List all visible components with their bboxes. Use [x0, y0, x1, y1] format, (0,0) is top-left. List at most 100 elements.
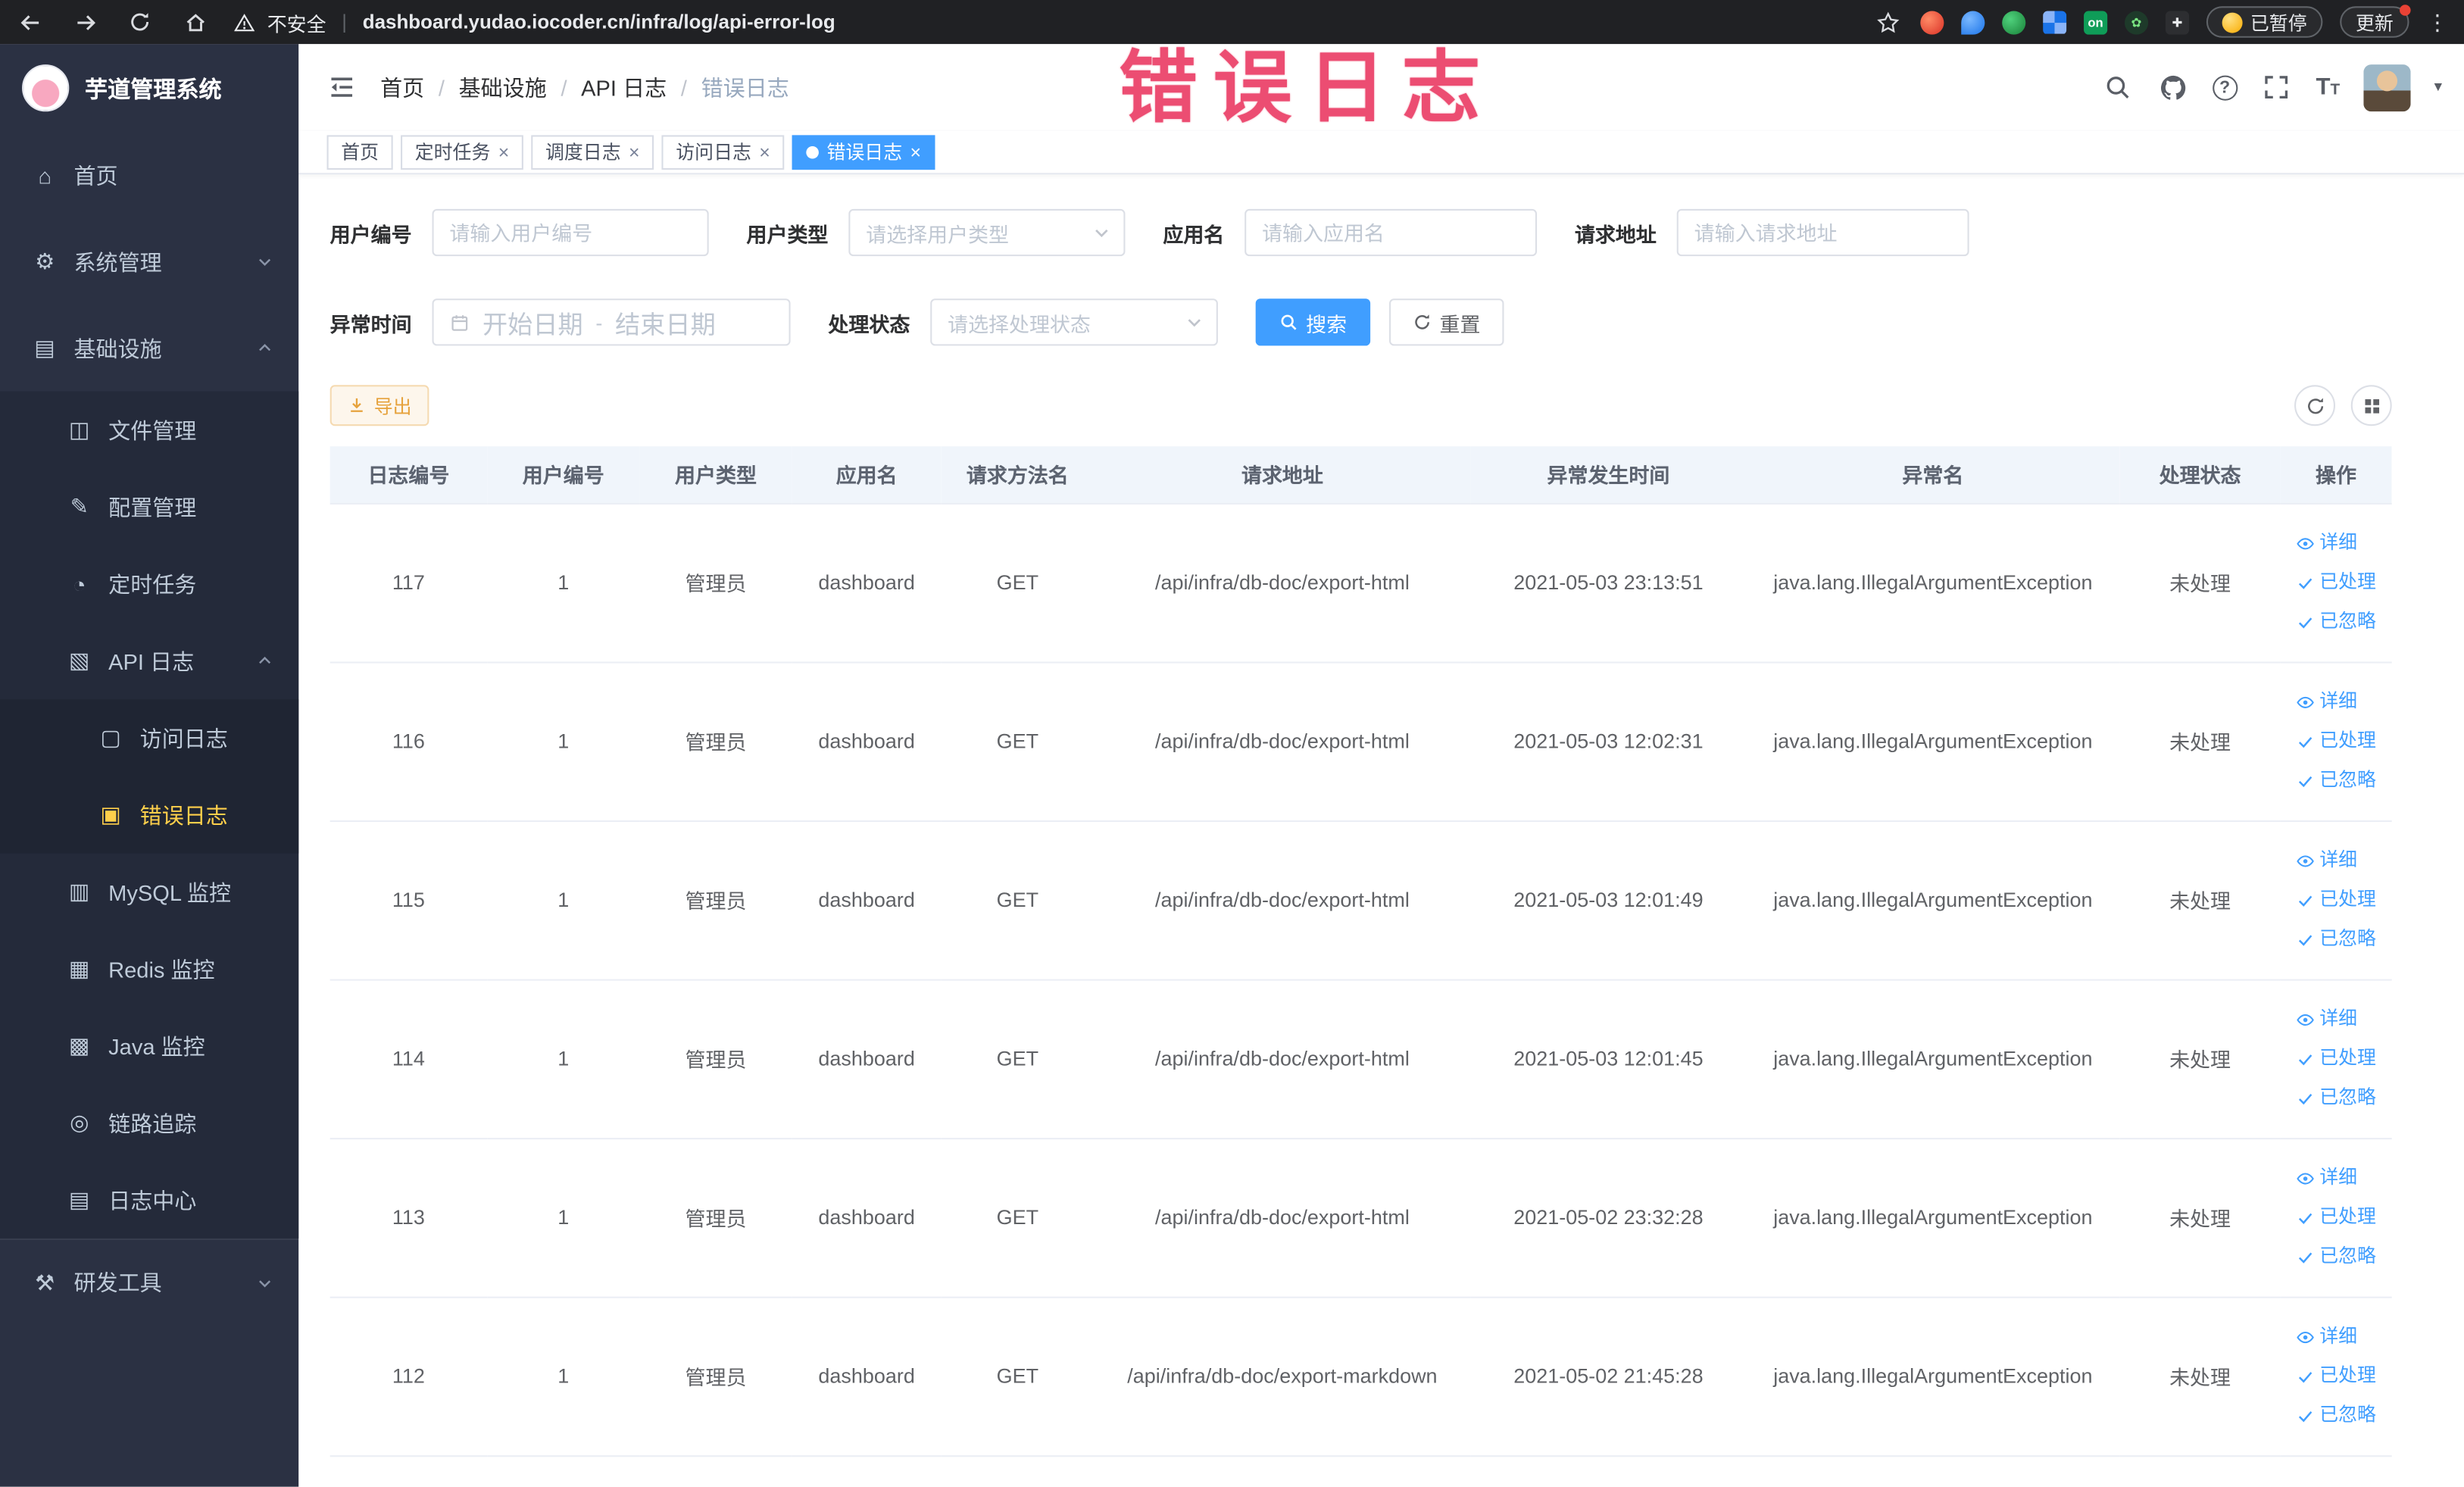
date-range-picker[interactable]: 开始日期 - 结束日期 — [432, 298, 791, 346]
check-icon — [2296, 1367, 2315, 1385]
breadcrumb-item[interactable]: 首页 — [380, 71, 424, 102]
process-status-select[interactable]: 请选择处理状态 — [930, 298, 1218, 346]
request-url-input[interactable] — [1676, 208, 1969, 257]
search-icon[interactable] — [2102, 71, 2133, 102]
search-button[interactable]: 搜索 — [1255, 298, 1371, 346]
tag-access-log[interactable]: 访问日志 × — [661, 134, 785, 170]
cell-user-type: 管理员 — [639, 979, 792, 1139]
sidebar-collapse-icon[interactable] — [323, 70, 358, 105]
sidebar-item-label: 基础设施 — [73, 335, 162, 361]
tag-job-log[interactable]: 调度日志 × — [531, 134, 654, 170]
avatar[interactable] — [2363, 64, 2411, 111]
sidebar-item-job[interactable]: ◔ 定时任务 — [0, 545, 298, 623]
end-date-placeholder[interactable]: 结束日期 — [615, 303, 716, 341]
sidebar-item-error-log[interactable]: ▣ 错误日志 — [0, 776, 298, 854]
sidebar-item-config[interactable]: ✎ 配置管理 — [0, 468, 298, 545]
home-button[interactable] — [181, 8, 209, 36]
close-icon[interactable]: × — [910, 142, 922, 161]
paused-badge[interactable]: 已暂停 — [2206, 6, 2323, 38]
forward-button[interactable] — [70, 8, 98, 36]
bookmark-star-icon[interactable] — [1875, 8, 1903, 36]
detail-link[interactable]: 详细 — [2296, 1158, 2376, 1198]
security-warning-icon[interactable] — [234, 12, 255, 33]
refresh-button[interactable] — [2294, 385, 2336, 426]
sidebar-item-redis[interactable]: ▦ Redis 监控 — [0, 930, 298, 1007]
tag-home[interactable]: 首页 — [326, 134, 393, 170]
fullscreen-icon[interactable] — [2261, 71, 2292, 102]
font-size-icon[interactable]: TT — [2316, 74, 2340, 101]
chevron-down-icon[interactable]: ▾ — [2434, 79, 2442, 96]
mark-ignored-link[interactable]: 已忽略 — [2296, 1237, 2376, 1276]
user-type-select[interactable]: 请选择用户类型 — [848, 208, 1126, 257]
extension-icon[interactable] — [2002, 10, 2026, 34]
mark-processed-link[interactable]: 已处理 — [2296, 1356, 2376, 1395]
tags-view: 首页 定时任务 × 调度日志 × 访问日志 × 错误日志 × — [298, 130, 2464, 175]
security-label[interactable]: 不安全 — [267, 7, 326, 36]
mark-ignored-link[interactable]: 已忽略 — [2296, 761, 2376, 800]
col-actions: 操作 — [2280, 446, 2392, 504]
reload-button[interactable] — [126, 8, 154, 36]
back-button[interactable] — [16, 8, 44, 36]
github-icon[interactable] — [2157, 71, 2188, 102]
detail-link[interactable]: 详细 — [2296, 1317, 2376, 1357]
sidebar-item-label: Java 监控 — [108, 1033, 205, 1059]
export-button[interactable]: 导出 — [329, 385, 429, 426]
sidebar-item-java[interactable]: ▩ Java 监控 — [0, 1007, 298, 1085]
sidebar-item-access-log[interactable]: ▢ 访问日志 — [0, 699, 298, 776]
mark-processed-link[interactable]: 已处理 — [2296, 1198, 2376, 1237]
sidebar-item-infra[interactable]: ▤ 基础设施 — [0, 305, 298, 391]
mark-ignored-link[interactable]: 已忽略 — [2296, 920, 2376, 959]
refresh-icon — [1413, 313, 1432, 332]
mark-ignored-link[interactable]: 已忽略 — [2296, 1078, 2376, 1117]
reset-button[interactable]: 重置 — [1389, 298, 1504, 346]
address-bar[interactable]: 不安全 | dashboard.yudao.iocoder.cn/infra/l… — [234, 5, 1856, 39]
extension-icon[interactable] — [1920, 10, 1944, 34]
detail-link[interactable]: 详细 — [2296, 523, 2376, 563]
cell-status: 未处理 — [2119, 820, 2281, 980]
close-icon[interactable]: × — [759, 142, 770, 161]
close-icon[interactable]: × — [498, 142, 510, 161]
extension-icon[interactable]: ✿ — [2124, 10, 2149, 34]
sidebar-item-trace[interactable]: ◎ 链路追踪 — [0, 1085, 298, 1162]
column-settings-button[interactable] — [2350, 385, 2392, 426]
user-id-input[interactable] — [432, 208, 709, 257]
tag-job[interactable]: 定时任务 × — [401, 134, 523, 170]
detail-link[interactable]: 详细 — [2296, 682, 2376, 721]
extension-icon[interactable] — [1961, 10, 1985, 34]
sidebar-item-log-center[interactable]: ▤ 日志中心 — [0, 1161, 298, 1239]
sidebar-item-system[interactable]: ⚙ 系统管理 — [0, 218, 298, 305]
eye-icon — [2296, 692, 2315, 711]
action-label: 已忽略 — [2319, 927, 2376, 950]
sidebar-item-file[interactable]: ◫ 文件管理 — [0, 392, 298, 469]
detail-link[interactable]: 详细 — [2296, 841, 2376, 880]
url-text[interactable]: dashboard.yudao.iocoder.cn/infra/log/api… — [363, 11, 835, 33]
mark-processed-link[interactable]: 已处理 — [2296, 563, 2376, 602]
action-label: 详细 — [2319, 1166, 2358, 1189]
sidebar-item-api-log[interactable]: ▧ API 日志 — [0, 623, 298, 700]
extension-on-badge[interactable]: on — [2083, 10, 2108, 34]
breadcrumb-item[interactable]: 基础设施 — [459, 71, 547, 102]
detail-link[interactable]: 详细 — [2296, 1000, 2376, 1039]
extensions-grid-icon[interactable] — [2043, 10, 2067, 34]
mark-processed-link[interactable]: 已处理 — [2296, 1039, 2376, 1078]
sidebar-item-dev-tools[interactable]: ⚒ 研发工具 — [0, 1238, 299, 1325]
app-name-input[interactable] — [1244, 208, 1538, 257]
app-logo-row[interactable]: 芋道管理系统 — [0, 44, 298, 132]
extension-pin-icon[interactable]: ✚ — [2165, 10, 2189, 34]
browser-menu-icon[interactable]: ⋮ — [2426, 8, 2448, 35]
start-date-placeholder[interactable]: 开始日期 — [482, 303, 583, 341]
mark-processed-link[interactable]: 已处理 — [2296, 880, 2376, 920]
mark-ignored-link[interactable]: 已忽略 — [2296, 602, 2376, 642]
action-label: 已忽略 — [2319, 1086, 2376, 1108]
sidebar-item-mysql[interactable]: ▥ MySQL 监控 — [0, 854, 298, 931]
sidebar-item-home[interactable]: ⌂ 首页 — [0, 132, 298, 218]
breadcrumb-item[interactable]: API 日志 — [581, 71, 667, 102]
mark-ignored-link[interactable]: 已忽略 — [2296, 1395, 2376, 1435]
close-icon[interactable]: × — [629, 142, 640, 161]
update-button[interactable]: 更新 — [2340, 5, 2411, 38]
tag-error-log[interactable]: 错误日志 × — [792, 134, 935, 170]
gear-icon: ⚙ — [35, 248, 55, 273]
eye-icon — [2296, 1010, 2315, 1029]
mark-processed-link[interactable]: 已处理 — [2296, 721, 2376, 761]
help-icon[interactable]: ? — [2212, 74, 2238, 100]
